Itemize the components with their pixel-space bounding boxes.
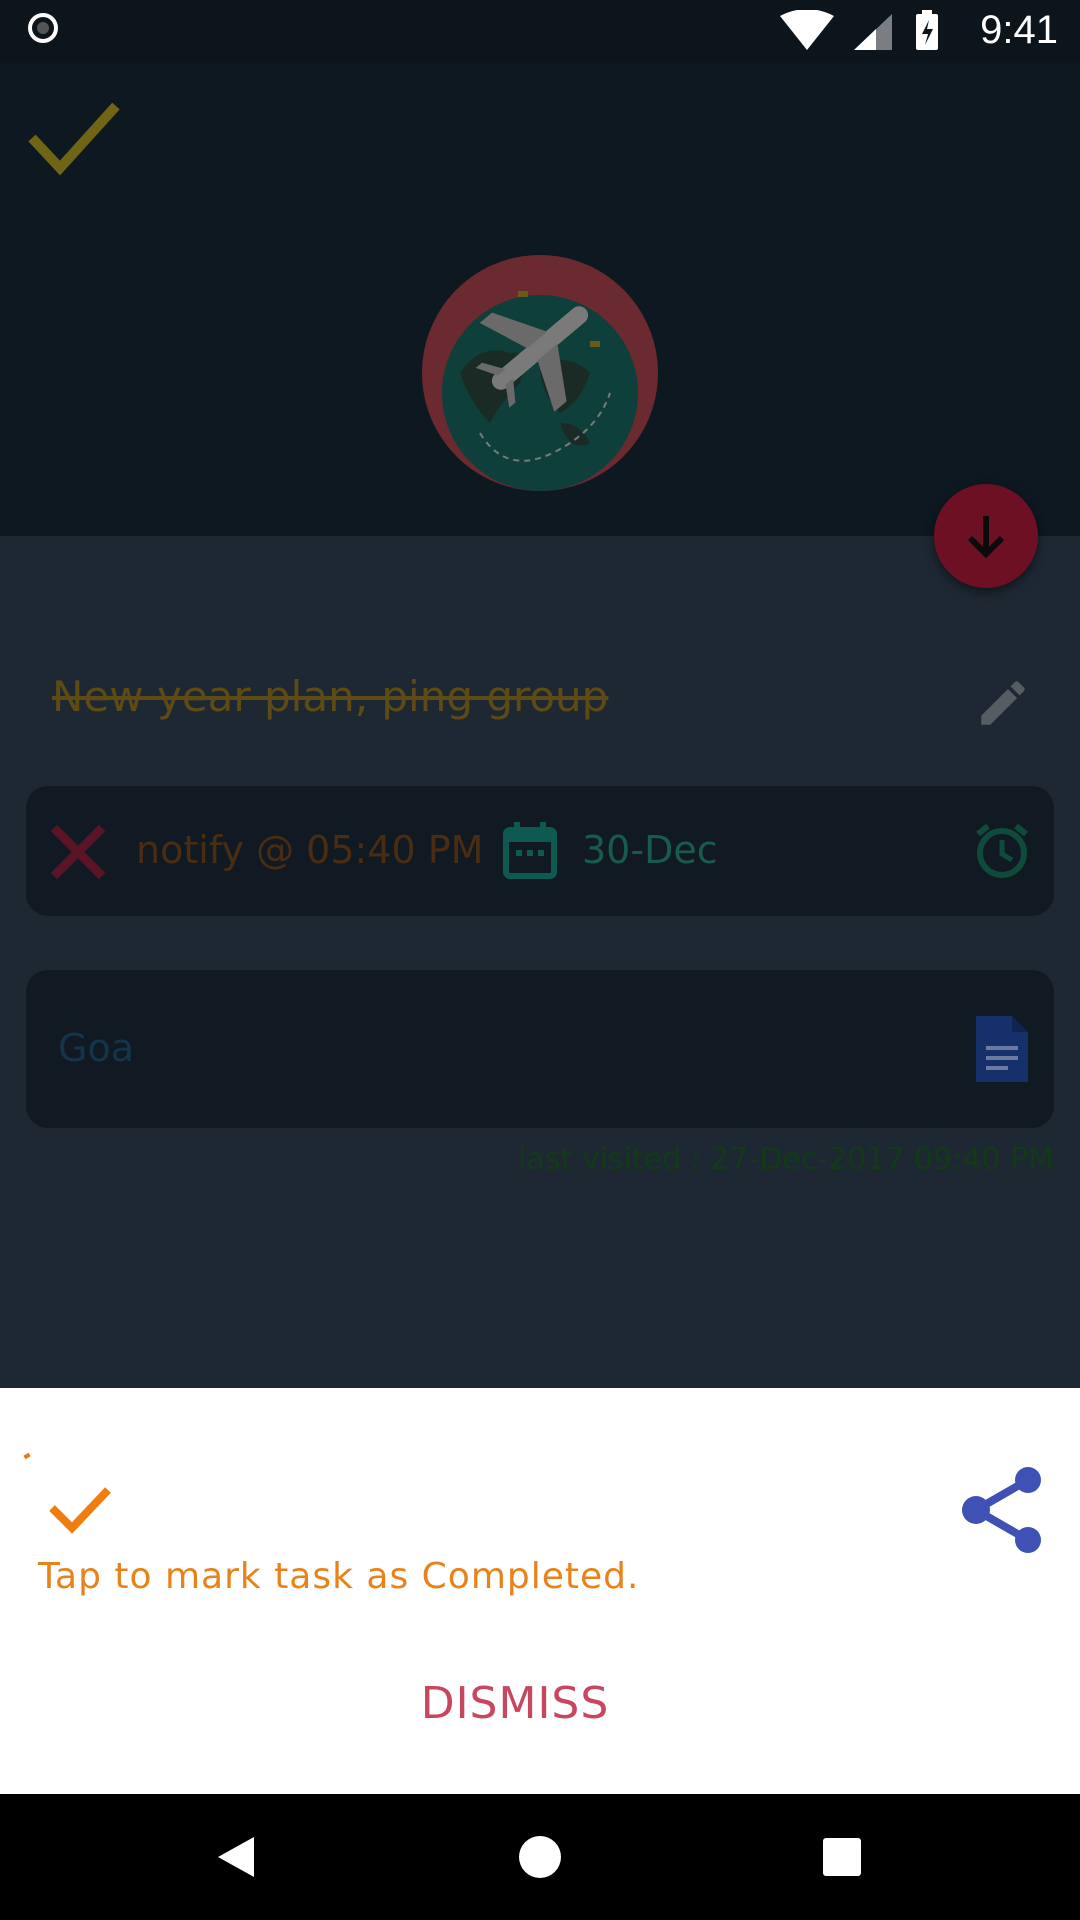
complete-task-message[interactable]: Tap to mark task as Completed. bbox=[38, 1556, 639, 1597]
battery-icon bbox=[916, 10, 938, 50]
note-card[interactable]: Goa bbox=[26, 970, 1054, 1128]
note-text[interactable]: Goa bbox=[58, 1026, 134, 1070]
scroll-down-button[interactable] bbox=[934, 484, 1038, 588]
record-icon bbox=[28, 13, 58, 43]
decorative-mark bbox=[23, 1452, 31, 1460]
share-icon[interactable] bbox=[960, 1464, 1044, 1558]
close-icon[interactable] bbox=[48, 822, 108, 886]
edit-icon[interactable] bbox=[974, 674, 1032, 736]
navigation-bar bbox=[0, 1794, 1080, 1920]
status-time: 9:41 bbox=[980, 8, 1058, 52]
task-date[interactable]: 30-Dec bbox=[582, 828, 718, 872]
reminder-card: notify @ 05:40 PM 30-Dec bbox=[26, 786, 1054, 916]
travel-globe-icon bbox=[420, 253, 660, 493]
document-icon[interactable] bbox=[976, 1016, 1028, 1086]
completion-sheet: Tap to mark task as Completed. DISMISS bbox=[0, 1388, 1080, 1794]
status-icons bbox=[780, 9, 960, 58]
home-icon[interactable] bbox=[500, 1794, 580, 1920]
signal-icon bbox=[854, 14, 892, 50]
wifi-icon bbox=[780, 9, 834, 50]
task-title[interactable]: New year plan, ping group bbox=[52, 672, 608, 721]
alarm-icon[interactable] bbox=[972, 820, 1032, 884]
complete-check-icon[interactable] bbox=[48, 1484, 112, 1540]
last-visited-text: last visited : 27-Dec-2017 09:40 PM bbox=[518, 1142, 1054, 1177]
status-bar: 9:41 bbox=[0, 0, 1080, 63]
check-icon[interactable] bbox=[26, 100, 122, 180]
calendar-icon[interactable] bbox=[502, 820, 558, 884]
task-title-row: New year plan, ping group bbox=[52, 672, 1032, 744]
recents-icon[interactable] bbox=[806, 1794, 878, 1920]
notify-time[interactable]: notify @ 05:40 PM bbox=[136, 828, 483, 872]
back-icon[interactable] bbox=[200, 1794, 272, 1920]
dismiss-button[interactable]: DISMISS bbox=[0, 1678, 1030, 1729]
arrow-down-icon bbox=[967, 516, 1005, 559]
